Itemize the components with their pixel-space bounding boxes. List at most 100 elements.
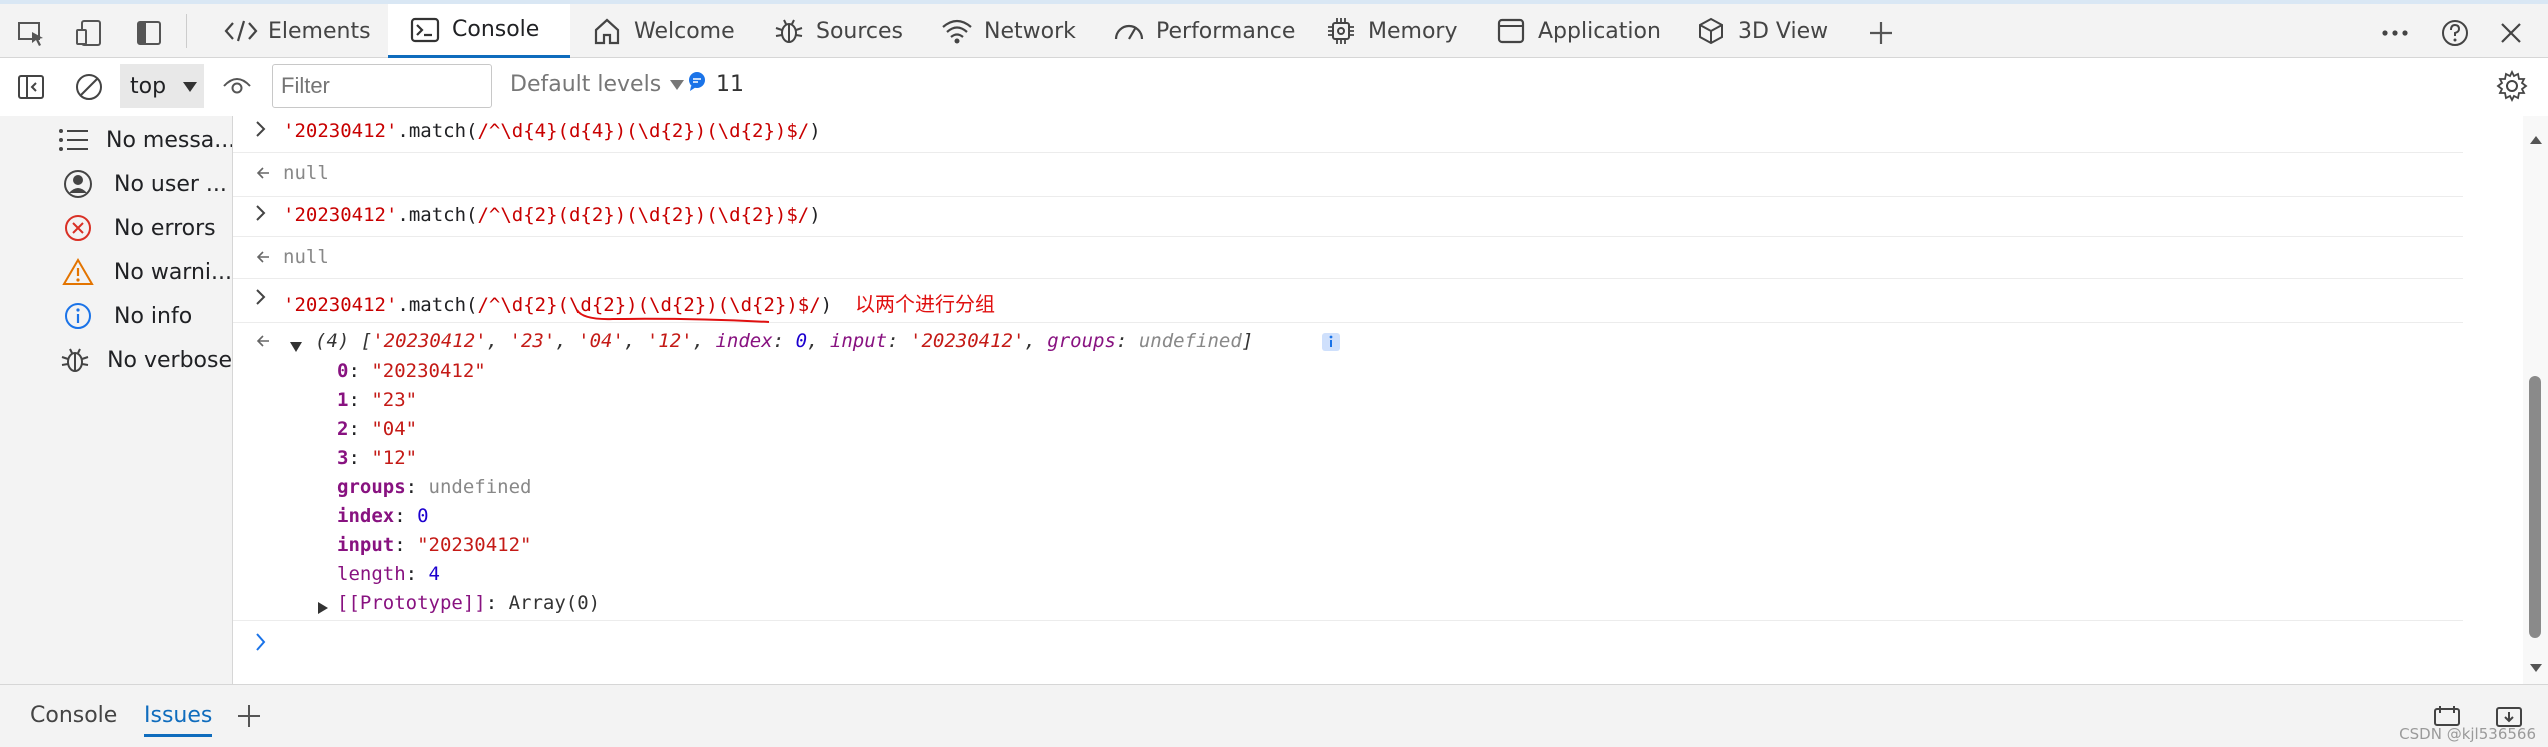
close-icon[interactable]	[2496, 18, 2526, 48]
device-emulation-icon[interactable]	[74, 18, 104, 48]
sidebar-item-messages[interactable]: No messa...	[0, 118, 232, 162]
home-icon	[590, 16, 624, 46]
cube-icon	[1694, 16, 1728, 46]
console-toolbar: top Default levels 11	[0, 58, 2548, 117]
drawer-tab-issues[interactable]: Issues	[144, 703, 213, 737]
result-arrow-icon	[255, 164, 271, 186]
sidebar-item-label: No user ...	[114, 171, 227, 197]
tab-label: Sources	[816, 18, 904, 44]
annotation-note: 以两个进行分组	[854, 292, 995, 316]
bug-icon	[772, 16, 806, 46]
sidebar-item-warnings[interactable]: No warni...	[0, 250, 232, 294]
console-prompt-icon[interactable]	[255, 632, 267, 657]
tab-label: Console	[452, 17, 540, 42]
divider	[233, 620, 2463, 621]
scroll-down-icon[interactable]	[2529, 658, 2543, 677]
tab-application[interactable]: Application	[1484, 4, 1671, 58]
sidebar-item-info[interactable]: No info	[0, 294, 232, 338]
scroll-thumb[interactable]	[2529, 376, 2541, 638]
array-property: input: "20230412"	[337, 534, 532, 556]
console-input: '20230412'.match(/^\d{4}(d{4})(\d{2})(\d…	[283, 120, 821, 142]
levels-label: Default levels	[510, 72, 662, 97]
sidebar-item-errors[interactable]: No errors	[0, 206, 232, 250]
tab-label: Memory	[1368, 18, 1458, 44]
sidebar-item-user-messages[interactable]: No user ...	[0, 162, 232, 206]
console-settings-icon[interactable]	[2496, 69, 2528, 106]
console-input-row: '20230412'.match(/^\d{2}(\d{2})(\d{2})(\…	[233, 278, 2463, 323]
issues-counter[interactable]: 11	[686, 70, 744, 98]
input-chevron-icon	[255, 204, 267, 227]
result-arrow-icon	[255, 248, 271, 270]
expand-triangle-icon[interactable]	[317, 598, 329, 620]
tab-console[interactable]: Console	[388, 4, 570, 58]
console-result-row: null	[233, 152, 2463, 197]
array-summary[interactable]: (4) ['20230412', '23', '04', '12', index…	[315, 330, 1253, 352]
context-selector[interactable]: top	[120, 64, 204, 108]
eye-icon[interactable]	[222, 74, 252, 102]
input-chevron-icon	[255, 288, 267, 311]
more-options-icon[interactable]	[2380, 18, 2410, 48]
sidebar-item-verbose[interactable]: No verbose	[0, 338, 232, 382]
console-output[interactable]: '20230412'.match(/^\d{4}(d{4})(\d{2})(\d…	[233, 116, 2523, 684]
watermark-text: CSDN @kjl536566	[2399, 725, 2536, 743]
console-result: null	[283, 162, 329, 184]
sidebar-item-label: No warni...	[113, 259, 232, 285]
inspect-element-icon[interactable]	[16, 18, 46, 48]
bug-icon	[58, 342, 91, 378]
sidebar-item-label: No info	[114, 303, 193, 329]
console-scrollbar[interactable]	[2523, 116, 2548, 684]
sidebar-item-label: No errors	[114, 215, 216, 241]
code-icon	[224, 16, 258, 46]
prototype-property[interactable]: [[Prototype]]: Array(0)	[337, 592, 600, 614]
tab-welcome[interactable]: Welcome	[580, 4, 745, 58]
array-property: length: 4	[337, 563, 440, 585]
array-property: index: 0	[337, 505, 429, 527]
help-icon[interactable]	[2440, 18, 2470, 48]
result-arrow-icon	[255, 332, 271, 354]
console-input: '20230412'.match(/^\d{2}(d{2})(\d{2})(\d…	[283, 204, 821, 226]
console-result: null	[283, 246, 329, 268]
dock-side-icon[interactable]	[134, 18, 164, 48]
tab-label: Network	[984, 18, 1076, 44]
chat-bubble-icon	[686, 70, 708, 98]
tab-label: Performance	[1156, 18, 1296, 44]
add-tab-icon[interactable]	[1866, 18, 1896, 48]
tab-memory[interactable]: Memory	[1314, 4, 1467, 58]
console-icon	[408, 15, 442, 45]
error-icon	[58, 210, 98, 246]
console-result-row: null	[233, 236, 2463, 279]
wifi-icon	[940, 16, 974, 46]
array-property: 3: "12"	[337, 447, 418, 469]
dropdown-arrow-icon	[669, 72, 685, 97]
dropdown-arrow-icon	[182, 74, 198, 99]
scroll-up-icon[interactable]	[2529, 130, 2543, 149]
tab-label: Welcome	[634, 18, 735, 44]
tab-performance[interactable]: Performance	[1102, 4, 1305, 58]
warning-icon	[58, 254, 98, 290]
console-array-result: (4) ['20230412', '23', '04', '12', index…	[233, 322, 2463, 622]
tab-label: Elements	[268, 18, 371, 44]
show-sidebar-icon[interactable]	[16, 72, 46, 106]
chip-icon	[1324, 16, 1358, 46]
clear-console-icon[interactable]	[74, 72, 104, 106]
console-input-row: '20230412'.match(/^\d{2}(d{2})(\d{2})(\d…	[233, 196, 2463, 237]
tab-network[interactable]: Network	[930, 4, 1086, 58]
console-sidebar: No messa... No user ... No errors No war…	[0, 116, 233, 684]
default-levels-dropdown[interactable]: Default levels	[510, 72, 685, 97]
expand-triangle-icon[interactable]	[289, 336, 303, 358]
filter-input[interactable]	[272, 64, 492, 108]
drawer-tab-bar: Console Issues CSDN @kjl536566	[0, 684, 2548, 747]
user-icon	[58, 166, 98, 202]
info-icon	[58, 298, 98, 334]
sidebar-item-label: No verbose	[107, 347, 232, 373]
tab-3d-view[interactable]: 3D View	[1684, 4, 1838, 58]
array-property: groups: undefined	[337, 476, 532, 498]
sidebar-item-label: No messa...	[106, 127, 232, 153]
context-value: top	[130, 73, 167, 99]
console-input-row: '20230412'.match(/^\d{4}(d{4})(\d{2})(\d…	[233, 116, 2463, 153]
tab-sources[interactable]: Sources	[762, 4, 913, 58]
add-tab-icon[interactable]	[236, 703, 262, 733]
info-icon[interactable]	[1321, 332, 1341, 357]
tab-elements[interactable]: Elements	[204, 4, 391, 58]
drawer-tab-console[interactable]: Console	[30, 703, 117, 728]
